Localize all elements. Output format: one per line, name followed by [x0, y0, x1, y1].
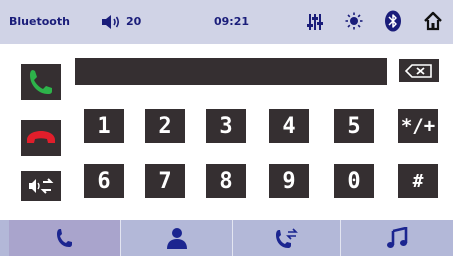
number-display [75, 58, 387, 85]
key-9[interactable]: 9 [269, 164, 309, 198]
key-0[interactable]: 0 [334, 164, 374, 198]
source-label: Bluetooth [9, 15, 70, 28]
contacts-icon [166, 228, 187, 249]
audio-transfer-icon [29, 178, 54, 194]
key-8[interactable]: 8 [206, 164, 246, 198]
key-6[interactable]: 6 [84, 164, 124, 198]
key-3[interactable]: 3 [206, 109, 246, 143]
key-7[interactable]: 7 [145, 164, 185, 198]
clock: 09:21 [214, 15, 250, 28]
call-transfer-icon [275, 228, 298, 248]
phone-icon [30, 70, 52, 94]
brightness-icon[interactable] [345, 12, 363, 34]
hangup-icon [27, 131, 55, 143]
equalizer-icon[interactable] [307, 13, 323, 35]
dialer-panel: 1 2 3 4 5 */+ 6 7 8 9 0 # [0, 44, 453, 220]
status-bar: Bluetooth 20 09:21 [0, 0, 453, 44]
backspace-button[interactable] [399, 59, 439, 82]
key-hash[interactable]: # [398, 164, 438, 198]
backspace-icon [404, 63, 432, 78]
music-icon [387, 227, 408, 248]
tab-contacts[interactable] [121, 220, 232, 256]
speaker-icon[interactable] [101, 14, 121, 34]
tab-dialer[interactable] [9, 220, 120, 256]
key-4[interactable]: 4 [269, 109, 309, 143]
tab-call-transfer[interactable] [233, 220, 340, 256]
key-2[interactable]: 2 [145, 109, 185, 143]
call-button[interactable] [21, 64, 61, 100]
key-1[interactable]: 1 [84, 109, 124, 143]
audio-transfer-button[interactable] [21, 171, 61, 201]
phone-icon [56, 229, 72, 247]
key-5[interactable]: 5 [334, 109, 374, 143]
bluetooth-icon[interactable] [384, 10, 402, 36]
volume-value: 20 [126, 15, 142, 28]
key-star-plus[interactable]: */+ [398, 109, 438, 143]
bottom-nav [0, 220, 453, 256]
home-icon[interactable] [423, 11, 443, 35]
hangup-button[interactable] [21, 120, 61, 156]
tab-music[interactable] [341, 220, 453, 256]
